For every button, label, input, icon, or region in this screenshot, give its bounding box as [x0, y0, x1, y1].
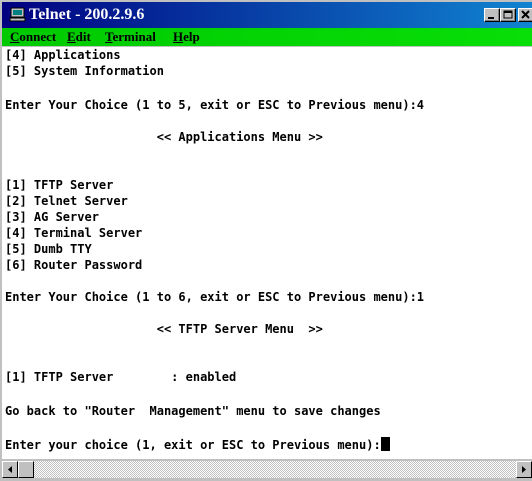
terminal-line: [6] Router Password	[5, 258, 143, 272]
menu-bar: Connect Edit Terminal Help	[2, 28, 532, 46]
scrollbar-thumb[interactable]	[18, 461, 34, 478]
terminal-screen[interactable]: [4] Applications [5] System Information …	[2, 47, 532, 459]
scroll-right-button[interactable]	[516, 461, 532, 478]
terminal-line: [5] System Information	[5, 64, 164, 78]
terminal-line: [3] AG Server	[5, 210, 99, 224]
terminal-line: << Applications Menu >>	[5, 130, 323, 144]
title-bar[interactable]: Telnet - 200.2.9.6	[2, 2, 532, 28]
terminal-line: [4] Applications	[5, 48, 121, 62]
terminal-prompt-text: Enter your choice (1, exit or ESC to Pre…	[5, 438, 381, 452]
arrow-right-icon	[522, 466, 526, 473]
terminal-prompt-line[interactable]: Enter your choice (1, exit or ESC to Pre…	[5, 437, 390, 453]
text-cursor	[380, 437, 390, 451]
terminal-line: Go back to "Router Management" menu to s…	[5, 404, 381, 418]
terminal-line: << TFTP Server Menu >>	[5, 322, 323, 336]
terminal-line: Enter Your Choice (1 to 6, exit or ESC t…	[5, 290, 425, 304]
arrow-left-icon	[8, 466, 12, 473]
menu-connect[interactable]: Connect	[10, 29, 56, 45]
menu-help[interactable]: Help	[173, 29, 200, 45]
menu-edit[interactable]: Edit	[67, 29, 91, 45]
menu-terminal[interactable]: Terminal	[105, 29, 156, 45]
terminal-line: [1] TFTP Server	[5, 178, 114, 192]
minimize-button[interactable]	[484, 8, 500, 22]
terminal-line: Enter Your Choice (1 to 5, exit or ESC t…	[5, 98, 425, 112]
scroll-left-button[interactable]	[2, 461, 18, 478]
window-title: Telnet - 200.2.9.6	[29, 6, 145, 23]
terminal-line: [5] Dumb TTY	[5, 242, 92, 256]
close-icon	[521, 10, 530, 19]
maximize-icon	[503, 10, 513, 19]
terminal-line: [2] Telnet Server	[5, 194, 128, 208]
terminal-line: [1] TFTP Server : enabled	[5, 370, 237, 384]
telnet-window: Telnet - 200.2.9.6 Connect Edit Terminal…	[0, 0, 532, 481]
telnet-computer-icon[interactable]	[9, 7, 26, 22]
maximize-button[interactable]	[500, 8, 516, 22]
terminal-line: [4] Terminal Server	[5, 226, 143, 240]
minimize-icon	[488, 17, 494, 19]
close-button[interactable]	[518, 8, 532, 22]
horizontal-scrollbar[interactable]	[2, 461, 532, 478]
